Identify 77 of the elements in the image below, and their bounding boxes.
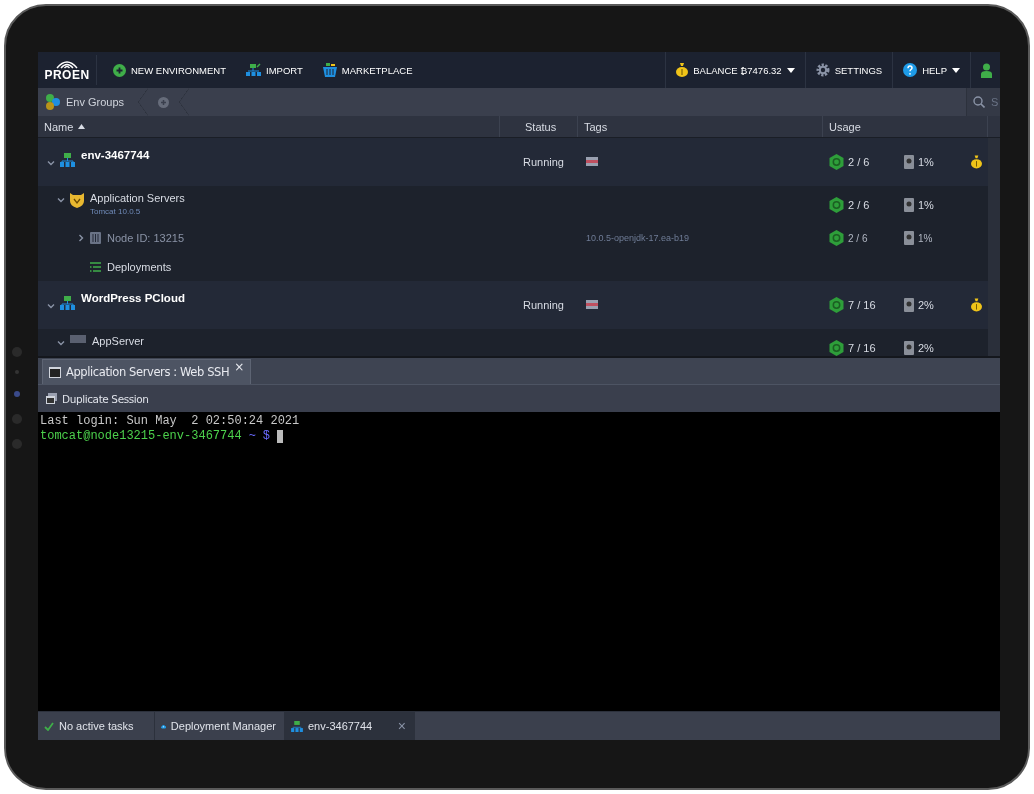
nav-button[interactable]: IMPORT — [236, 52, 313, 88]
close-button[interactable]: × — [397, 718, 406, 734]
caret-icon — [786, 67, 795, 73]
chevron-down-icon[interactable] — [47, 303, 55, 309]
status-text: Running — [523, 156, 564, 168]
disk-usage: 2% — [918, 341, 935, 354]
cat-shield-icon — [70, 192, 84, 208]
server-icon — [70, 335, 86, 343]
status-bar-item[interactable]: env-3467744 × — [285, 712, 415, 740]
money-bag-icon[interactable] — [971, 298, 982, 312]
cloudlets-usage: 7 / 16 — [848, 341, 877, 354]
terminal[interactable]: Last login: Sun May 2 02:50:24 2021 tomcat@node13215-env-3467744 ~ $ — [38, 412, 1000, 711]
row-name[interactable]: Deployments — [107, 261, 172, 273]
sort-ascending-icon — [78, 124, 86, 129]
close-button[interactable]: × — [234, 361, 244, 373]
scrollbar-track[interactable] — [988, 138, 1000, 356]
cloudlets-usage: 2 / 6 — [848, 198, 871, 211]
terminal-icon — [49, 366, 61, 378]
ssh-tab[interactable]: Application Servers : Web SSH × — [42, 359, 251, 384]
prompt-symbol: $ — [262, 429, 271, 444]
row-name[interactable]: WordPress PCloud — [81, 292, 185, 304]
disk-usage: 1% — [918, 198, 935, 211]
nav-button[interactable]: MARKETPLACE — [312, 52, 423, 88]
chevron-down-icon[interactable] — [47, 160, 55, 166]
hierarchy-icon — [60, 296, 75, 310]
hierarchy-icon — [60, 153, 75, 167]
settings-icon — [815, 63, 830, 77]
cloudlet-icon — [829, 339, 844, 356]
tag-text: 10.0.5-openjdk-17.ea-b19 — [586, 233, 690, 243]
status-bar-item[interactable]: No active tasks — [38, 712, 155, 740]
duplicate-session-button[interactable]: Duplicate Session — [38, 392, 157, 405]
prompt-path: ~ — [248, 429, 256, 444]
server-icon — [90, 232, 101, 244]
logo[interactable]: PROEN — [38, 55, 97, 85]
column-header[interactable]: Usage — [823, 116, 988, 137]
row-subtitle: Tomcat 10.0.5 — [90, 207, 142, 216]
cloudlet-icon — [829, 196, 844, 213]
nav-button[interactable]: NEW ENVIRONMENT — [103, 52, 236, 88]
column-header[interactable]: Status — [500, 116, 578, 137]
env-groups-icon — [45, 94, 60, 110]
row-name[interactable]: env-3467744 — [81, 149, 150, 161]
add-icon — [113, 63, 126, 77]
search-field[interactable]: S — [966, 88, 1000, 116]
disk-usage: 2% — [918, 299, 935, 311]
caret-icon — [952, 67, 960, 73]
row-name[interactable]: Node ID: 13215 — [107, 232, 185, 244]
terminal-output: Last login: Sun May 2 02:50:24 2021 — [40, 414, 301, 429]
hierarchy-icon — [246, 63, 261, 77]
row-name[interactable]: Application Servers — [90, 192, 185, 204]
cloudlets-usage: 7 / 16 — [848, 299, 877, 311]
disk-usage: 1% — [918, 232, 934, 244]
prompt-user: tomcat@node13215-env-3467744 — [40, 429, 242, 444]
row-name[interactable]: AppServer — [92, 335, 144, 347]
disk-usage: 1% — [918, 156, 935, 168]
cloudlet-icon — [829, 154, 844, 170]
search-icon — [973, 96, 985, 108]
cloudlets-usage: 2 / 6 — [848, 156, 871, 168]
money-bag-icon — [676, 63, 689, 77]
cloudlets-usage: 2 / 6 — [848, 232, 869, 244]
breadcrumb-item[interactable]: Env Groups — [38, 94, 139, 110]
column-header[interactable]: Tags — [578, 116, 823, 137]
column-header[interactable]: Name — [38, 116, 500, 137]
help-icon — [903, 63, 918, 77]
cloudlet-icon — [829, 297, 844, 313]
user-icon — [981, 62, 992, 78]
status-text: Running — [523, 299, 564, 311]
money-bag-icon[interactable] — [971, 155, 982, 169]
chevron-down-icon[interactable] — [57, 340, 65, 346]
basket-icon — [322, 63, 337, 77]
hierarchy-icon — [291, 720, 303, 732]
cloudlet-icon — [829, 230, 844, 246]
list-icon — [90, 262, 101, 272]
chevron-down-icon[interactable] — [57, 197, 65, 203]
copy-icon — [46, 393, 57, 404]
cursor — [277, 430, 284, 443]
check-icon — [44, 721, 54, 731]
chevron-right-icon[interactable] — [78, 234, 84, 242]
